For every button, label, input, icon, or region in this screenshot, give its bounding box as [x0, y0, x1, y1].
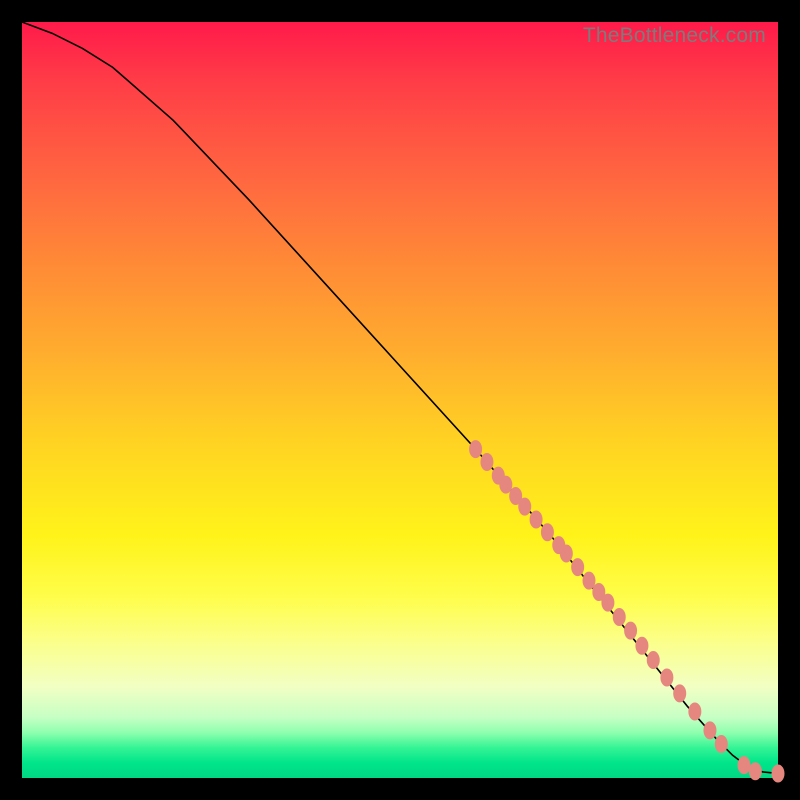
data-point	[571, 558, 584, 576]
data-point	[749, 762, 762, 780]
data-point	[635, 637, 648, 655]
chart-svg	[22, 22, 778, 778]
chart-plot-area: TheBottleneck.com	[22, 22, 778, 778]
scatter-points	[469, 440, 784, 782]
data-point	[673, 684, 686, 702]
data-point	[480, 453, 493, 471]
data-point	[613, 608, 626, 626]
data-point	[772, 764, 785, 782]
data-point	[737, 756, 750, 774]
bottleneck-curve	[22, 22, 778, 773]
data-point	[541, 523, 554, 541]
data-point	[601, 594, 614, 612]
data-point	[688, 702, 701, 720]
data-point	[469, 440, 482, 458]
data-point	[703, 721, 716, 739]
data-point	[518, 498, 531, 516]
data-point	[560, 544, 573, 562]
data-point	[530, 510, 543, 528]
data-point	[660, 668, 673, 686]
data-point	[715, 735, 728, 753]
data-point	[647, 651, 660, 669]
data-point	[624, 622, 637, 640]
